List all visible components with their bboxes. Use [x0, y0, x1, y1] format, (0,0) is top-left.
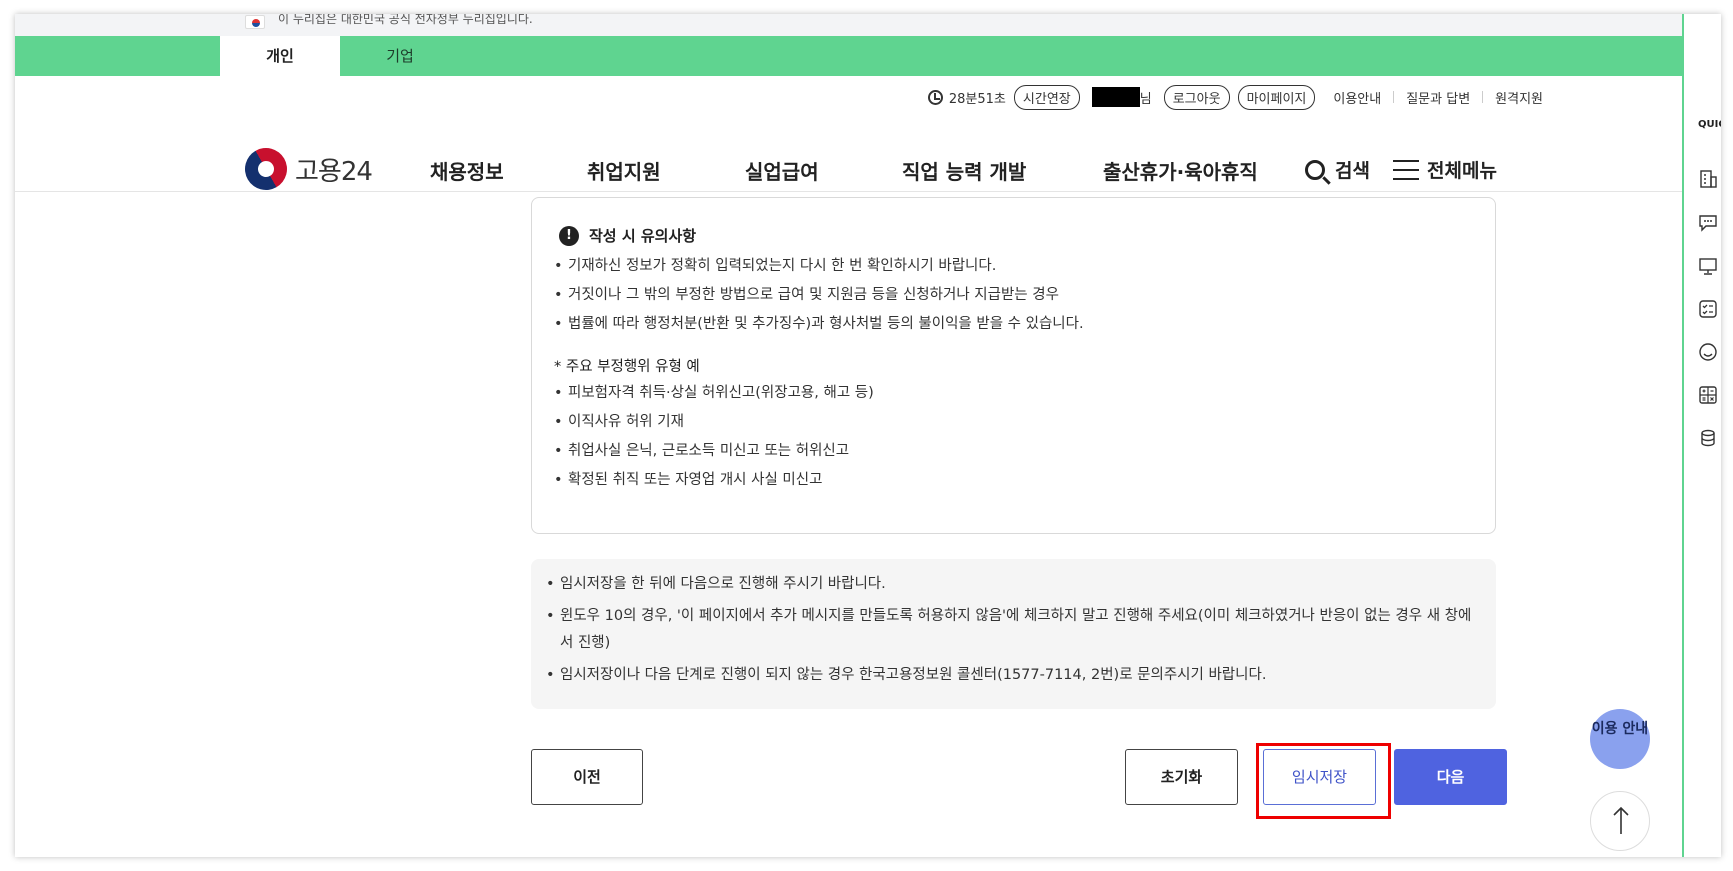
nav-item-employment-support[interactable]: 취업지원: [587, 156, 661, 185]
all-menu-label: 전체메뉴: [1427, 160, 1497, 182]
remote-support-link[interactable]: 원격지원: [1495, 88, 1543, 107]
coins-icon[interactable]: [1698, 428, 1718, 448]
browser-viewport: 이 누리집은 대한민국 공식 전자정부 누리집입니다. 개인 기업 28분51초…: [15, 14, 1721, 857]
list-item: 피보험자격 취득·상실 허위신고(위장고용, 해고 등): [554, 379, 874, 408]
search-label: 검색: [1335, 160, 1370, 182]
site-logo[interactable]: 고용24: [237, 140, 373, 198]
tab-business[interactable]: 기업: [340, 36, 460, 76]
nav-item-unemployment-benefits[interactable]: 실업급여: [745, 156, 819, 185]
all-menu-button[interactable]: 전체메뉴: [1393, 156, 1497, 183]
fraud-types-list: 피보험자격 취득·상실 허위신고(위장고용, 해고 등) 이직사유 허위 기재 …: [554, 379, 874, 495]
gov-banner-text: 이 누리집은 대한민국 공식 전자정부 누리집입니다.: [278, 14, 533, 26]
usage-guide-link[interactable]: 이용안내: [1333, 88, 1381, 107]
list-item: 취업사실 은닉, 근로소득 미신고 또는 허위신고: [554, 437, 874, 466]
logout-button[interactable]: 로그아웃: [1163, 84, 1230, 110]
building-icon[interactable]: [1698, 169, 1718, 189]
search-icon: [1305, 159, 1325, 180]
temp-save-button[interactable]: 임시저장: [1263, 749, 1376, 805]
nav-item-jobs[interactable]: 채용정보: [430, 156, 504, 185]
utility-bar: 28분51초 시간연장 님 로그아웃 마이페이지 이용안내 질문과 답변 원격지…: [927, 84, 1543, 110]
clock-icon: [927, 89, 943, 105]
list-item: 윈도우 10의 경우, '이 페이지에서 추가 메시지를 만들도록 허용하지 않…: [546, 603, 1481, 657]
masked-username: [1091, 87, 1140, 107]
korea-flag-icon: [245, 15, 265, 29]
list-item: 거짓이나 그 밖의 부정한 방법으로 급여 및 지원금 등을 신청하거나 지급받…: [554, 281, 1084, 310]
precautions-title-text: 작성 시 유의사항: [589, 227, 697, 245]
list-item: 법률에 따라 행정처분(반환 및 추가징수)과 형사처벌 등의 불이익을 받을 …: [554, 310, 1084, 339]
fraud-types-heading: * 주요 부정행위 유형 예: [554, 359, 700, 375]
user-type-tabs: 개인 기업: [15, 36, 1682, 76]
brand-name: 고용24: [295, 156, 373, 187]
search-button[interactable]: 검색: [1305, 156, 1370, 183]
save-instructions-box: 임시저장을 한 뒤에 다음으로 진행해 주시기 바랍니다. 윈도우 10의 경우…: [531, 559, 1496, 709]
nav-item-vocational-training[interactable]: 직업 능력 개발: [902, 156, 1026, 185]
list-item: 이직사유 허위 기재: [554, 408, 874, 437]
list-item: 임시저장을 한 뒤에 다음으로 진행해 주시기 바랍니다.: [546, 571, 1481, 598]
precautions-list: 기재하신 정보가 정확히 입력되었는지 다시 한 번 확인하시기 바랍니다. 거…: [554, 252, 1084, 339]
taegeuk-logo-icon: [237, 140, 295, 198]
smile-icon[interactable]: [1698, 342, 1718, 362]
checklist-icon[interactable]: [1698, 299, 1718, 319]
precautions-box: ! 작성 시 유의사항 기재하신 정보가 정확히 입력되었는지 다시 한 번 확…: [531, 197, 1496, 534]
monitor-icon[interactable]: [1698, 256, 1718, 276]
user-suffix: 님: [1139, 91, 1152, 107]
list-item: 임시저장이나 다음 단계로 진행이 되지 않는 경우 한국고용정보원 콜센터(1…: [546, 662, 1481, 689]
arrow-up-icon: [1613, 806, 1629, 834]
list-item: 확정된 취직 또는 자영업 개시 사실 미신고: [554, 466, 874, 495]
chat-icon[interactable]: [1698, 212, 1718, 232]
list-item: 기재하신 정보가 정확히 입력되었는지 다시 한 번 확인하시기 바랍니다.: [554, 252, 1084, 281]
header-divider: [15, 191, 1682, 192]
prev-button[interactable]: 이전: [531, 749, 643, 805]
calculator-icon[interactable]: [1698, 385, 1718, 405]
usage-guide-fab[interactable]: 이용 안내: [1590, 709, 1650, 769]
session-timer: 28분51초: [948, 91, 1006, 107]
hamburger-menu-icon: [1393, 159, 1419, 180]
reset-button[interactable]: 초기화: [1125, 749, 1238, 805]
exclamation-icon: !: [559, 225, 579, 246]
qna-link[interactable]: 질문과 답변: [1406, 88, 1470, 107]
instructions-list: 임시저장을 한 뒤에 다음으로 진행해 주시기 바랍니다. 윈도우 10의 경우…: [546, 571, 1481, 694]
extend-session-button[interactable]: 시간연장: [1013, 84, 1080, 110]
divider: [1393, 91, 1395, 103]
quick-menu-title: QUICK MENU: [1698, 119, 1721, 130]
gov-banner: 이 누리집은 대한민국 공식 전자정부 누리집입니다.: [15, 14, 1682, 36]
nav-item-parental-leave[interactable]: 출산휴가·육아휴직: [1103, 156, 1258, 185]
precautions-title: ! 작성 시 유의사항: [559, 225, 696, 246]
mypage-button[interactable]: 마이페이지: [1237, 84, 1316, 110]
scroll-top-button[interactable]: [1590, 791, 1650, 851]
tab-personal[interactable]: 개인: [220, 36, 340, 76]
divider: [1482, 91, 1484, 103]
quick-menu: QUICK MENU: [1682, 14, 1721, 857]
next-button[interactable]: 다음: [1394, 749, 1507, 805]
